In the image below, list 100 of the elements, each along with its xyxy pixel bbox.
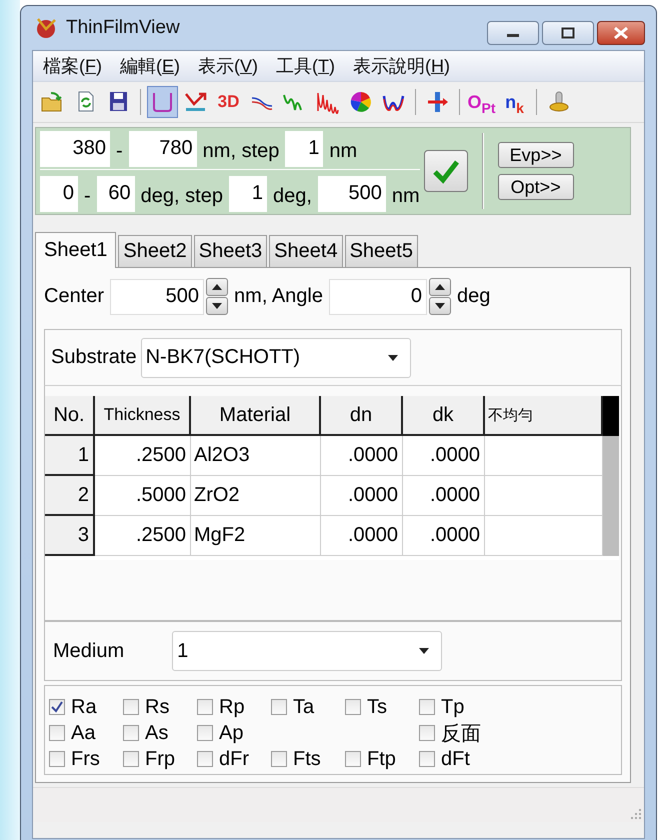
- table-cell: .0000: [321, 436, 403, 476]
- medium-dropdown[interactable]: 1: [172, 631, 442, 671]
- unit-label: deg,: [272, 184, 312, 208]
- table-cell: .2500: [95, 436, 191, 476]
- menu-item[interactable]: 工具(T): [276, 54, 336, 78]
- substrate-label: Substrate: [51, 346, 137, 369]
- table-cell: .0000: [321, 516, 403, 556]
- center-label: Center: [44, 285, 104, 308]
- unit-label: nm: [392, 184, 420, 208]
- curve-icon: [150, 90, 174, 114]
- column-header[interactable]: dn: [321, 396, 403, 436]
- spin-up-button[interactable]: [206, 278, 228, 296]
- row-header[interactable]: 2: [45, 476, 95, 516]
- input-field[interactable]: 380: [40, 130, 110, 166]
- table-cell: .0000: [321, 476, 403, 516]
- scrollbar[interactable]: [603, 436, 619, 556]
- check-icon: [50, 700, 64, 714]
- sheet-tab[interactable]: Sheet4: [269, 235, 343, 267]
- menu-item[interactable]: 檔案(F): [43, 54, 102, 78]
- menu-item[interactable]: 表示說明(H): [353, 54, 450, 78]
- option-button[interactable]: Opt>>: [498, 174, 574, 200]
- table-cell: .0000: [403, 476, 485, 516]
- checkmark-icon: [432, 158, 460, 184]
- checkbox[interactable]: Ftp: [345, 746, 419, 772]
- checkbox[interactable]: Frp: [123, 746, 197, 772]
- close-icon: [613, 26, 629, 40]
- checkbox[interactable]: Tp: [419, 694, 493, 720]
- checkbox[interactable]: Ap: [197, 720, 271, 746]
- folder-icon: [40, 90, 64, 114]
- unit-label: deg, step: [140, 184, 223, 208]
- maximize-button[interactable]: [542, 21, 594, 45]
- color-wheel-icon: [348, 90, 372, 114]
- down-arrow-icon: [434, 303, 445, 309]
- input-field[interactable]: 60: [96, 176, 135, 212]
- center-field[interactable]: 500: [110, 278, 204, 314]
- down-arrow-icon: [212, 303, 222, 309]
- close-button[interactable]: [597, 21, 645, 45]
- column-header[interactable]: No.: [45, 396, 95, 436]
- checkbox[interactable]: dFt: [419, 746, 493, 772]
- window-title: ThinFilmView: [66, 17, 180, 39]
- oscillation-icon: [316, 90, 340, 114]
- sheet-tab[interactable]: Sheet5: [344, 235, 418, 267]
- substrate-dropdown[interactable]: N-BK7(SCHOTT): [140, 338, 411, 378]
- resize-grip-icon: [630, 808, 642, 820]
- row-header[interactable]: 1: [45, 436, 95, 476]
- scrollbar-corner: [603, 396, 619, 436]
- input-field[interactable]: 1: [228, 176, 267, 212]
- checkbox[interactable]: Aa: [49, 720, 123, 746]
- checkbox[interactable]: Fts: [271, 746, 345, 772]
- up-arrow-icon: [212, 284, 222, 290]
- unit-label: -: [116, 140, 123, 164]
- table-cell: .0000: [403, 436, 485, 476]
- row-header[interactable]: 3: [45, 516, 95, 556]
- input-field[interactable]: 0: [40, 176, 78, 212]
- column-header[interactable]: dk: [403, 396, 485, 436]
- menu-item[interactable]: 表示(V): [198, 54, 258, 78]
- table-cell: .2500: [95, 516, 191, 556]
- unit-label: nm, step: [202, 140, 280, 164]
- unit-label: deg: [456, 285, 490, 308]
- toolbar-button[interactable]: 3D: [213, 86, 244, 118]
- spin-down-button[interactable]: [206, 297, 228, 315]
- table-cell: .5000: [95, 476, 191, 516]
- maximize-icon: [561, 27, 575, 39]
- checkbox[interactable]: dFr: [197, 746, 271, 772]
- sheet-tab[interactable]: Sheet1: [35, 232, 116, 268]
- table-cell: Al2O3: [191, 436, 321, 476]
- column-header[interactable]: Thickness: [95, 396, 191, 436]
- table-cell: MgF2: [191, 516, 321, 556]
- dropdown-arrow-icon: [388, 354, 398, 360]
- input-field[interactable]: 780: [128, 130, 197, 166]
- checkbox[interactable]: Rp: [197, 694, 271, 720]
- table-cell: .0000: [403, 516, 485, 556]
- unit-label: -: [84, 184, 91, 208]
- minimize-button[interactable]: [487, 21, 539, 45]
- checkbox[interactable]: Ta: [271, 694, 345, 720]
- probe-icon: [546, 90, 570, 114]
- option-button[interactable]: Evp>>: [498, 142, 574, 168]
- sheet-tab[interactable]: Sheet2: [118, 235, 192, 267]
- checkbox[interactable]: Frs: [49, 746, 123, 772]
- checkbox[interactable]: Ra: [49, 694, 123, 720]
- menu-item[interactable]: 編輯(E): [120, 54, 180, 78]
- spin-up-button[interactable]: [428, 278, 451, 296]
- column-header[interactable]: Material: [191, 396, 321, 436]
- spin-down-button[interactable]: [428, 297, 451, 315]
- angle-field[interactable]: 0: [328, 278, 427, 314]
- unit-label: nm, Angle: [234, 285, 323, 308]
- checkbox[interactable]: 反面: [419, 720, 493, 746]
- input-field[interactable]: 500: [318, 176, 386, 212]
- sheet-tab[interactable]: Sheet3: [194, 235, 268, 267]
- chart-arrow-icon: [184, 90, 208, 114]
- input-field[interactable]: 1: [285, 130, 324, 166]
- checkbox[interactable]: Ts: [345, 694, 419, 720]
- table-cell: ZrO2: [191, 476, 321, 516]
- unit-label: nm: [329, 140, 358, 164]
- up-arrow-icon: [434, 284, 445, 290]
- dropdown-arrow-icon: [419, 648, 430, 654]
- column-header[interactable]: 不均勻: [485, 396, 603, 436]
- checkbox[interactable]: As: [123, 720, 197, 746]
- checkbox[interactable]: Rs: [123, 694, 197, 720]
- apply-button[interactable]: [424, 150, 468, 192]
